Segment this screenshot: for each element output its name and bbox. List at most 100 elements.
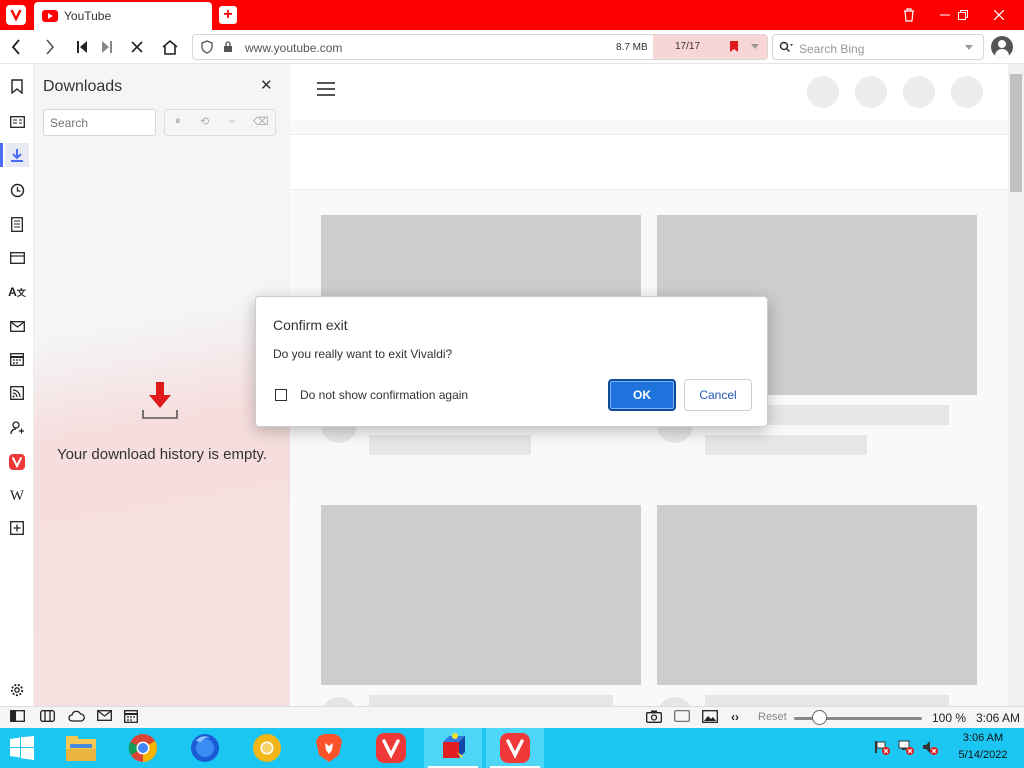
page-size-indicator: 8.7 MB <box>616 42 648 53</box>
translate-icon[interactable]: A文 <box>5 280 29 304</box>
downloads-search-input[interactable] <box>43 109 156 136</box>
confirm-exit-dialog: Confirm exit Do you really want to exit … <box>255 296 768 427</box>
trash-icon[interactable] <box>894 0 924 30</box>
youtube-favicon-icon <box>42 10 58 22</box>
close-panel-button[interactable]: ✕ <box>260 76 273 94</box>
window-icon[interactable] <box>5 246 29 270</box>
header-placeholder-icon <box>951 76 983 108</box>
downloads-panel: Downloads ✕ ⏸ ⟲ – ⌫ Your download histor… <box>34 64 290 706</box>
url-text: www.youtube.com <box>245 41 343 55</box>
downloads-toolbar: ⏸ ⟲ – ⌫ <box>164 109 276 136</box>
tab-title: YouTube <box>64 9 112 23</box>
vivaldi-menu-button[interactable] <box>6 5 26 25</box>
video-thumbnail-placeholder <box>657 505 977 685</box>
home-button[interactable] <box>160 37 180 57</box>
youtube-header <box>290 64 1008 120</box>
fast-forward-icon <box>102 41 112 53</box>
start-button[interactable] <box>8 736 36 760</box>
address-bar: www.youtube.com 8.7 MB 17/17 Search Bing <box>0 30 1024 64</box>
taskbar-date[interactable]: 5/14/2022 <box>952 749 1014 761</box>
file-explorer-icon[interactable] <box>52 728 110 768</box>
chrome-canary-icon[interactable] <box>238 728 296 768</box>
panel-toggle-icon[interactable] <box>10 710 25 725</box>
panel-title: Downloads <box>43 78 123 95</box>
zoom-reset-button[interactable]: Reset <box>758 711 787 723</box>
firefox-icon[interactable] <box>176 728 234 768</box>
cloud-sync-icon[interactable] <box>68 710 85 725</box>
mail-icon[interactable] <box>5 314 29 338</box>
zoom-slider-handle[interactable] <box>812 710 828 725</box>
brave-icon[interactable] <box>300 728 358 768</box>
taskbar-time[interactable]: 3:06 AM <box>955 732 1011 744</box>
bookmark-icon[interactable] <box>729 40 739 53</box>
header-placeholder-icon <box>903 76 935 108</box>
notes-icon[interactable] <box>5 212 29 236</box>
new-tab-button[interactable]: + <box>219 6 237 24</box>
settings-icon[interactable] <box>5 678 29 702</box>
vivaldi-icon[interactable] <box>5 450 29 474</box>
vivaldi-icon[interactable] <box>362 728 420 768</box>
back-button[interactable] <box>6 37 26 57</box>
close-icon <box>131 41 143 53</box>
do-not-show-again-checkbox[interactable] <box>275 389 287 401</box>
retry-icon[interactable]: ⟲ <box>200 115 209 128</box>
chevron-down-icon[interactable] <box>965 45 973 51</box>
reading-list-icon[interactable] <box>5 110 29 134</box>
tab-tiling-icon[interactable] <box>40 710 55 725</box>
meta-placeholder <box>705 435 867 455</box>
url-field[interactable]: www.youtube.com 8.7 MB 17/17 <box>192 34 768 60</box>
feed-icon[interactable] <box>5 381 29 405</box>
wikipedia-icon[interactable]: W <box>5 484 29 508</box>
forward-button[interactable] <box>40 37 60 57</box>
page-tiling-icon[interactable] <box>674 710 690 725</box>
history-icon[interactable] <box>5 178 29 202</box>
ok-button[interactable]: OK <box>608 379 676 411</box>
chevron-left-icon <box>11 39 20 55</box>
meta-placeholder <box>369 435 531 455</box>
page-actions-icon[interactable]: ‹› <box>731 710 739 724</box>
image-toggle-icon[interactable] <box>702 710 718 726</box>
pause-icon[interactable]: ⏸ <box>175 115 181 128</box>
camera-icon[interactable] <box>646 710 662 726</box>
tab-youtube[interactable]: YouTube <box>34 2 212 30</box>
calendar-icon[interactable] <box>124 710 138 726</box>
mail-icon[interactable] <box>97 710 112 724</box>
vivaldi-icon[interactable] <box>486 728 544 768</box>
lock-icon[interactable] <box>223 41 233 53</box>
add-panel-icon[interactable] <box>5 516 29 540</box>
title-placeholder <box>705 695 949 706</box>
clear-icon[interactable]: ⌫ <box>253 115 269 128</box>
chevron-down-icon[interactable] <box>751 44 759 50</box>
bookmark-icon[interactable] <box>5 74 29 98</box>
windows-logo-icon <box>10 736 34 760</box>
empty-history-message: Your download history is empty. <box>56 446 268 463</box>
restore-button[interactable] <box>948 0 978 30</box>
hamburger-menu-icon[interactable] <box>317 82 335 96</box>
status-clock: 3:06 AM <box>976 711 1021 725</box>
remove-icon[interactable]: – <box>229 115 235 127</box>
search-field[interactable]: Search Bing <box>772 34 984 60</box>
app-icon[interactable] <box>424 728 482 768</box>
profile-avatar-icon[interactable] <box>991 36 1013 58</box>
calendar-icon[interactable] <box>5 347 29 371</box>
cancel-button[interactable]: Cancel <box>684 379 752 411</box>
contacts-icon[interactable] <box>5 416 29 440</box>
rewind-button[interactable] <box>72 37 92 57</box>
fast-forward-button[interactable] <box>97 37 117 57</box>
network-warning-icon[interactable] <box>874 739 890 758</box>
rewind-icon <box>77 41 87 53</box>
vertical-scrollbar[interactable] <box>1008 64 1024 706</box>
download-icon[interactable] <box>0 143 29 167</box>
shield-icon[interactable] <box>201 40 213 54</box>
network-icon[interactable] <box>898 739 914 758</box>
content-blocker-badge[interactable]: 17/17 <box>653 35 767 59</box>
stop-button[interactable] <box>127 37 147 57</box>
channel-avatar-placeholder <box>321 697 357 706</box>
close-window-button[interactable] <box>984 0 1014 30</box>
scrollbar-thumb[interactable] <box>1010 74 1022 192</box>
checkbox-label[interactable]: Do not show confirmation again <box>300 388 468 402</box>
chrome-icon[interactable] <box>114 728 172 768</box>
search-placeholder: Search Bing <box>799 42 865 56</box>
status-bar: ‹› Reset 100 % 3:06 AM <box>0 706 1024 728</box>
volume-muted-icon[interactable] <box>922 739 938 758</box>
